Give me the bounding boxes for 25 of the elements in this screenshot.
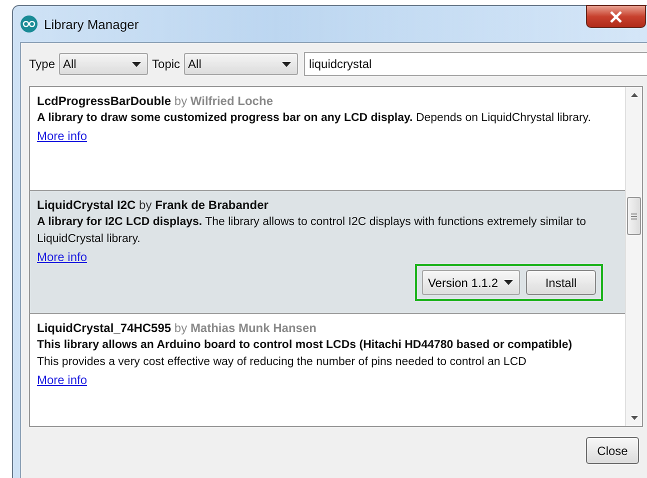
library-name: LiquidCrystal I2C <box>37 198 136 212</box>
install-button[interactable]: Install <box>526 270 596 295</box>
by-label: by <box>174 321 188 335</box>
window-title: Library Manager <box>44 16 139 32</box>
library-name: LcdProgressBarDouble <box>37 94 172 108</box>
version-dropdown[interactable]: Version 1.1.2 <box>422 270 520 295</box>
description-text: A library for I2C LCD displays. The library allows to control I2C displays with functions extremely similar to LiquidCrystal library. <box>37 215 587 247</box>
topic-label: Topic <box>152 57 180 71</box>
author-name: Frank de Brabander <box>155 198 268 212</box>
type-label: Type <box>29 57 56 71</box>
description-text: This provides a very cost effective way of reducing the number of pins needed to control an LCD <box>37 355 528 370</box>
type-dropdown[interactable]: All <box>59 53 148 75</box>
more-info-link[interactable]: More info <box>37 371 88 389</box>
library-name: LiquidCrystal_74HC595 <box>37 321 172 335</box>
more-info-link[interactable]: More info <box>37 248 88 266</box>
author-name: Wilfried Loche <box>190 94 273 108</box>
close-button[interactable]: Close <box>586 437 639 464</box>
search-field[interactable]: liquidcrystal <box>304 52 647 76</box>
by-label: by <box>174 94 188 108</box>
by-label: by <box>139 198 152 212</box>
topic-dropdown[interactable]: All <box>184 53 298 75</box>
more-info-link[interactable]: More info <box>37 127 88 145</box>
description-text: A library to draw some customized progress bar on any LCD display. Depends on LiquidChrystal library. <box>37 111 592 126</box>
author-name: Mathias Munk Hansen <box>190 321 316 335</box>
description-text: This library allows an Arduino board to control most LCDs (Hitachi HD44780 based or compatible) <box>37 338 574 353</box>
